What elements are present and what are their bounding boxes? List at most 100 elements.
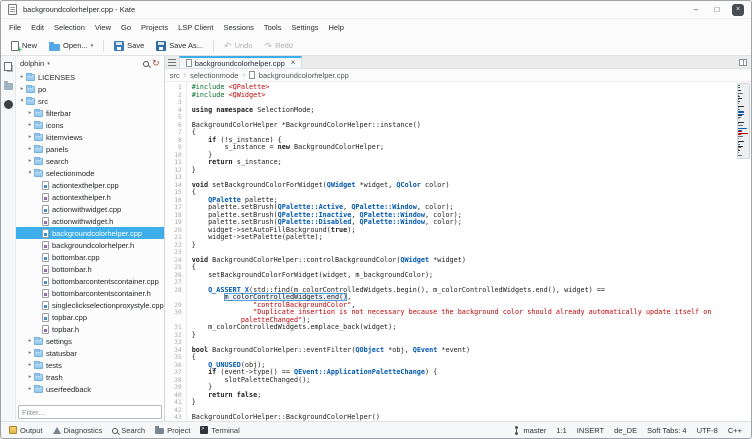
save-button[interactable]: Save bbox=[109, 39, 149, 53]
status-insert[interactable]: INSERT bbox=[572, 426, 609, 435]
tree-item-actiontexthelper-cpp[interactable]: actiontexthelper.cpp bbox=[16, 179, 164, 191]
chevron-down-icon[interactable]: ▾ bbox=[18, 98, 26, 104]
folder-file-icon bbox=[26, 74, 35, 81]
tree-item-label: userfeedback bbox=[46, 385, 164, 394]
menu-file[interactable]: File bbox=[4, 21, 26, 34]
menu-go[interactable]: Go bbox=[116, 21, 136, 34]
tree-item-actionwithwidget-h[interactable]: actionwithwidget.h bbox=[16, 215, 164, 227]
maximize-button[interactable]: □ bbox=[711, 4, 723, 16]
status-master[interactable]: master bbox=[508, 426, 551, 435]
tree-item-topbar-cpp[interactable]: topbar.cpp bbox=[16, 311, 164, 323]
line-number: 27 bbox=[165, 279, 182, 287]
close-button[interactable]: × bbox=[732, 4, 744, 16]
chevron-right-icon[interactable]: ▸ bbox=[26, 134, 34, 140]
tree-item-trash[interactable]: ▸trash bbox=[16, 371, 164, 383]
code-line: void BackgroundColorHelper::controlBackg… bbox=[192, 257, 751, 265]
tree-item-icons[interactable]: ▸icons bbox=[16, 119, 164, 131]
tree-filter-input[interactable] bbox=[18, 405, 162, 419]
status-c[interactable]: C++ bbox=[723, 426, 747, 435]
tree-item-filterbar[interactable]: ▸filterbar bbox=[16, 107, 164, 119]
tree-item-statusbar[interactable]: ▸statusbar bbox=[16, 347, 164, 359]
tab-backgroundcolorhelper-cpp[interactable]: backgroundcolorhelper.cpp × bbox=[179, 56, 303, 68]
tree-item-singleclickselectionproxystyle-cpp[interactable]: singleclickselectionproxystyle.cpp bbox=[16, 299, 164, 311]
new-button[interactable]: New bbox=[6, 39, 42, 53]
tab-close-icon[interactable]: × bbox=[291, 59, 296, 67]
tree-item-topbar-h[interactable]: topbar.h bbox=[16, 323, 164, 335]
kate-window: backgroundcolorhelper.cpp - Kate –□× Fil… bbox=[0, 0, 752, 439]
tree-item-selectionmode[interactable]: ▾selectionmode bbox=[16, 167, 164, 179]
tree-item-tests[interactable]: ▸tests bbox=[16, 359, 164, 371]
filesystem-tool-button[interactable] bbox=[2, 79, 14, 91]
chevron-right-icon[interactable]: ▸ bbox=[26, 386, 34, 392]
tree-item-bottombarcontentscontainer-cpp[interactable]: bottombarcontentscontainer.cpp bbox=[16, 275, 164, 287]
symbols-tool-button[interactable] bbox=[2, 98, 14, 110]
tree-item-bottombarcontentscontainer-h[interactable]: bottombarcontentscontainer.h bbox=[16, 287, 164, 299]
menu-view[interactable]: View bbox=[90, 21, 116, 34]
breadcrumb-item-backgroundcolorhelper-cpp[interactable]: backgroundcolorhelper.cpp bbox=[259, 71, 349, 80]
chevron-right-icon[interactable]: ▸ bbox=[18, 86, 26, 92]
open-button[interactable]: Open...▾ bbox=[44, 39, 98, 53]
cpp-file-icon bbox=[42, 277, 49, 286]
chevron-right-icon[interactable]: ▸ bbox=[26, 158, 34, 164]
status-soft-tabs-4[interactable]: Soft Tabs: 4 bbox=[642, 426, 691, 435]
h-file-icon bbox=[42, 265, 49, 274]
tabbar-corner-button[interactable] bbox=[735, 56, 751, 68]
menu-projects[interactable]: Projects bbox=[136, 21, 173, 34]
tree-item-backgroundcolorhelper-cpp[interactable]: backgroundcolorhelper.cpp bbox=[16, 227, 164, 239]
menu-sessions[interactable]: Sessions bbox=[218, 21, 258, 34]
chevron-right-icon[interactable]: ▸ bbox=[26, 122, 34, 128]
reload-icon[interactable]: ↻ bbox=[152, 59, 160, 68]
tree-item-actionwithwidget-cpp[interactable]: actionwithwidget.cpp bbox=[16, 203, 164, 215]
tree-item-settings[interactable]: ▸settings bbox=[16, 335, 164, 347]
output-pane-button[interactable]: Output bbox=[5, 425, 47, 436]
menu-settings[interactable]: Settings bbox=[286, 21, 323, 34]
tree-item-bottombar-cpp[interactable]: bottombar.cpp bbox=[16, 251, 164, 263]
menu-tools[interactable]: Tools bbox=[259, 21, 287, 34]
documents-list-button[interactable] bbox=[165, 56, 179, 68]
chevron-down-icon[interactable]: ▾ bbox=[26, 170, 34, 176]
chevron-right-icon[interactable]: ▸ bbox=[26, 362, 34, 368]
code-text-area[interactable]: #include <QPalette>#include <QWidget>usi… bbox=[187, 82, 751, 421]
line-number: 34 bbox=[165, 347, 182, 355]
search-icon[interactable] bbox=[143, 61, 149, 67]
tree-item-search[interactable]: ▸search bbox=[16, 155, 164, 167]
terminal-pane-button[interactable]: Terminal bbox=[196, 425, 243, 436]
project-pane-button[interactable]: Project bbox=[151, 425, 194, 436]
minimap-view-indicator[interactable] bbox=[737, 83, 750, 159]
tree-item-licenses[interactable]: ▸LICENSES bbox=[16, 71, 164, 83]
symbols-icon bbox=[4, 100, 13, 109]
breadcrumb-item-src[interactable]: src bbox=[170, 71, 180, 80]
chevron-right-icon[interactable]: ▸ bbox=[18, 74, 26, 80]
chevron-right-icon[interactable]: ▸ bbox=[26, 350, 34, 356]
menu-help[interactable]: Help bbox=[324, 21, 349, 34]
tree-item-userfeedback[interactable]: ▸ userfeedback bbox=[16, 383, 164, 395]
menu-edit[interactable]: Edit bbox=[26, 21, 49, 34]
tree-item-src[interactable]: ▾src bbox=[16, 95, 164, 107]
diagnostics-pane-button[interactable]: Diagnostics bbox=[49, 425, 107, 436]
minimap-scrollbar[interactable] bbox=[738, 85, 749, 157]
status-1-1[interactable]: 1:1 bbox=[551, 426, 571, 435]
minimize-button[interactable]: – bbox=[690, 4, 702, 16]
menu-lsp-client[interactable]: LSP Client bbox=[173, 21, 218, 34]
tree-item-kitemviews[interactable]: ▸kitemviews bbox=[16, 131, 164, 143]
tree-item-po[interactable]: ▸po bbox=[16, 83, 164, 95]
tree-item-actiontexthelper-h[interactable]: actiontexthelper.h bbox=[16, 191, 164, 203]
project-selector[interactable]: dolphin bbox=[20, 59, 44, 68]
status-utf-8[interactable]: UTF-8 bbox=[692, 426, 723, 435]
chevron-right-icon[interactable]: ▸ bbox=[26, 110, 34, 116]
titlebar[interactable]: backgroundcolorhelper.cpp - Kate –□× bbox=[1, 1, 751, 19]
status-de-de[interactable]: de_DE bbox=[609, 426, 642, 435]
search-pane-button[interactable]: Search bbox=[108, 425, 149, 436]
tree-item-bottombar-h[interactable]: bottombar.h bbox=[16, 263, 164, 275]
tree-item-panels[interactable]: ▸ panels bbox=[16, 143, 164, 155]
toolbar-button-label: Undo bbox=[235, 41, 253, 50]
tree-item-label: panels bbox=[46, 145, 164, 154]
chevron-right-icon[interactable]: ▸ bbox=[26, 374, 34, 380]
tree-item-backgroundcolorhelper-h[interactable]: backgroundcolorhelper.h bbox=[16, 239, 164, 251]
breadcrumb-item-selectionmode[interactable]: selectionmode bbox=[190, 71, 238, 80]
chevron-right-icon[interactable]: ▸ bbox=[26, 338, 34, 344]
chevron-right-icon[interactable]: ▸ bbox=[26, 146, 34, 152]
save-as-button[interactable]: Save As... bbox=[151, 39, 208, 53]
menu-selection[interactable]: Selection bbox=[49, 21, 90, 34]
documents-tool-button[interactable] bbox=[2, 60, 14, 72]
